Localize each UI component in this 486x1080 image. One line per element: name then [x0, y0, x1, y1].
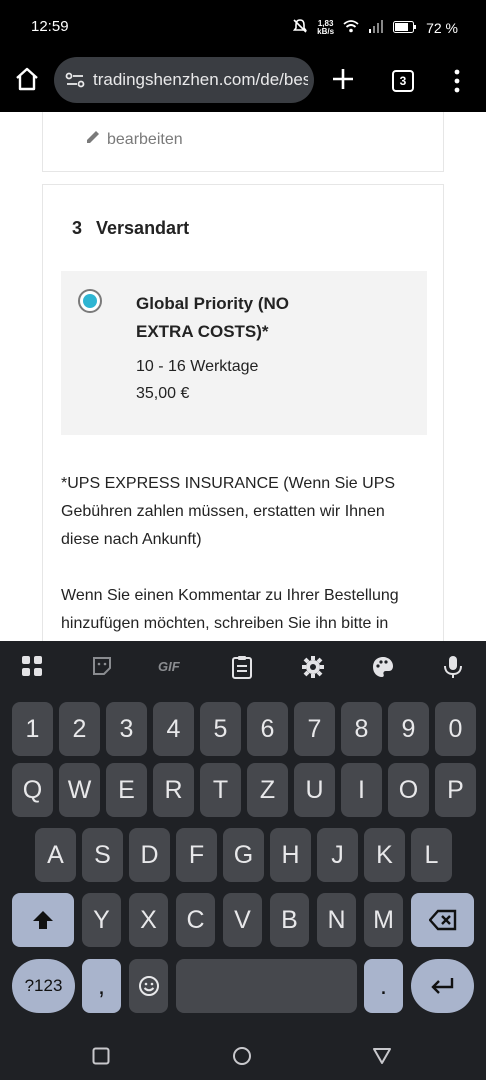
comment-instruction: Wenn Sie einen Kommentar zu Ihrer Bestel… — [61, 587, 399, 632]
key-u[interactable]: U — [294, 763, 335, 817]
step-number: 3 — [72, 218, 83, 238]
system-nav-bar — [0, 1024, 486, 1080]
key-0[interactable]: 0 — [435, 702, 476, 756]
apps-grid-icon[interactable] — [21, 655, 45, 679]
key-6[interactable]: 6 — [247, 702, 288, 756]
clipboard-icon[interactable] — [231, 655, 255, 679]
new-tab-plus-icon[interactable] — [330, 66, 358, 94]
insurance-note: *UPS EXPRESS INSURANCE (Wenn Sie UPS Geb… — [61, 475, 396, 548]
emoji-key[interactable] — [129, 959, 168, 1013]
key-k[interactable]: K — [364, 828, 405, 882]
radio-selected-dot — [83, 294, 97, 308]
period-key[interactable]: . — [364, 959, 403, 1013]
key-v[interactable]: V — [223, 893, 262, 947]
key-w[interactable]: W — [59, 763, 100, 817]
shipping-option[interactable]: Global Priority (NO EXTRA COSTS)* 10 - 1… — [61, 271, 427, 435]
key-z[interactable]: Z — [247, 763, 288, 817]
backspace-key[interactable] — [411, 893, 474, 947]
key-4[interactable]: 4 — [153, 702, 194, 756]
key-d[interactable]: D — [129, 828, 170, 882]
key-a[interactable]: A — [35, 828, 76, 882]
battery-percent: 72 % — [426, 19, 458, 36]
palette-icon[interactable] — [371, 655, 395, 679]
settings-gear-icon[interactable] — [301, 655, 325, 679]
key-j[interactable]: J — [317, 828, 358, 882]
key-l[interactable]: L — [411, 828, 452, 882]
back-triangle-icon[interactable] — [372, 1047, 392, 1070]
soft-keyboard: GIF 1234567890 QWERTZUIOP ASDFGHJKL YXCVBNM… — [0, 641, 486, 1024]
shipping-radio-button[interactable] — [78, 289, 102, 313]
key-9[interactable]: 9 — [388, 702, 429, 756]
shift-key[interactable] — [12, 893, 74, 947]
section-heading: 3 Versandart — [72, 218, 189, 239]
space-bar[interactable] — [176, 959, 357, 1013]
key-g[interactable]: G — [223, 828, 264, 882]
keyboard-toolbar: GIF — [0, 641, 486, 693]
home-icon[interactable] — [14, 66, 42, 94]
key-8[interactable]: 8 — [341, 702, 382, 756]
enter-key[interactable] — [411, 959, 474, 1013]
shipping-option-name: Global Priority (NO EXTRA COSTS)* — [136, 294, 290, 341]
step-title: Versandart — [96, 218, 190, 238]
symbols-key[interactable]: ?123 — [12, 959, 75, 1013]
key-7[interactable]: 7 — [294, 702, 335, 756]
web-page: bearbeiten 3 Versandart Global Priority (… — [0, 112, 486, 641]
key-q[interactable]: Q — [12, 763, 53, 817]
comma-key[interactable]: , — [82, 959, 121, 1013]
key-5[interactable]: 5 — [200, 702, 241, 756]
key-t[interactable]: T — [200, 763, 241, 817]
shipping-option-delay: 10 - 16 Werktage — [136, 358, 259, 375]
edit-link[interactable]: bearbeiten — [85, 129, 183, 150]
clock: 12:59 — [31, 18, 69, 35]
key-3[interactable]: 3 — [106, 702, 147, 756]
status-bar: 12:59 1,83 kB/s 72 % — [0, 0, 486, 56]
recents-square-icon[interactable] — [92, 1047, 110, 1070]
key-2[interactable]: 2 — [59, 702, 100, 756]
gif-icon[interactable]: GIF — [158, 655, 188, 679]
key-c[interactable]: C — [176, 893, 215, 947]
key-p[interactable]: P — [435, 763, 476, 817]
key-n[interactable]: N — [317, 893, 356, 947]
key-x[interactable]: X — [129, 893, 168, 947]
key-s[interactable]: S — [82, 828, 123, 882]
key-r[interactable]: R — [153, 763, 194, 817]
home-circle-icon[interactable] — [232, 1046, 252, 1071]
url-text[interactable]: tradingshenzhen.com/de/bes — [93, 70, 308, 90]
battery-icon — [393, 20, 417, 36]
network-speed: 1,83 kB/s — [317, 19, 335, 36]
edit-label[interactable]: bearbeiten — [107, 131, 183, 149]
tab-switcher-button[interactable]: 3 — [392, 70, 414, 92]
net-speed-unit: kB/s — [317, 26, 335, 36]
wifi-icon — [343, 19, 359, 36]
key-i[interactable]: I — [341, 763, 382, 817]
shipping-method-card: 3 Versandart Global Priority (NO EXTRA CO… — [42, 184, 444, 641]
key-h[interactable]: H — [270, 828, 311, 882]
key-m[interactable]: M — [364, 893, 403, 947]
key-1[interactable]: 1 — [12, 702, 53, 756]
pencil-icon — [85, 129, 101, 150]
key-o[interactable]: O — [388, 763, 429, 817]
sticker-icon[interactable] — [91, 655, 115, 679]
mute-icon — [292, 18, 308, 37]
shipping-option-price: 35,00 € — [136, 385, 190, 402]
microphone-icon[interactable] — [443, 655, 467, 679]
site-settings-icon[interactable] — [64, 69, 86, 91]
cell-signal-icon — [368, 19, 384, 36]
address-bar[interactable]: tradingshenzhen.com/de/bes — [54, 57, 314, 103]
key-y[interactable]: Y — [82, 893, 121, 947]
browser-toolbar: tradingshenzhen.com/de/bes 3 — [0, 56, 486, 112]
key-e[interactable]: E — [106, 763, 147, 817]
previous-step-card: bearbeiten — [42, 112, 444, 172]
key-f[interactable]: F — [176, 828, 217, 882]
overflow-menu-icon[interactable] — [450, 68, 464, 94]
key-b[interactable]: B — [270, 893, 309, 947]
